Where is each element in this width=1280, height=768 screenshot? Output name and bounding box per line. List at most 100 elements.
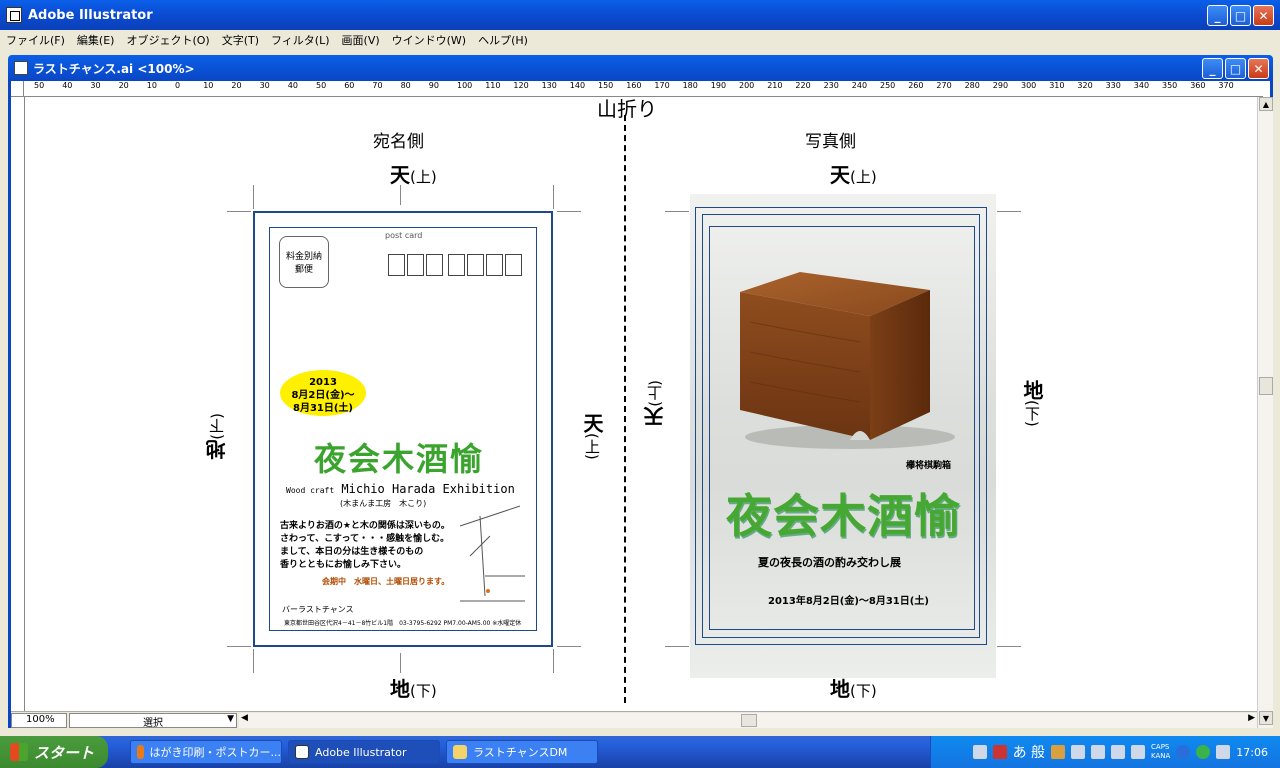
horizontal-scrollbar[interactable]: ◀ ▶ [239, 712, 1257, 728]
ruler-tick: 240 [851, 81, 868, 90]
menu-view[interactable]: 画面(V) [336, 32, 386, 48]
notice-text: 会期中 水曜日、土曜日居ります。 [322, 577, 450, 586]
ruler-tick: 170 [654, 81, 670, 90]
postcard-front[interactable]: 料金別納 郵便 post card 2013 8月2日(金)～ 8月31日(土)… [253, 211, 553, 647]
ime-mode[interactable]: あ 般 [1013, 742, 1045, 762]
ruler-tick: 210 [767, 81, 783, 90]
menu-edit[interactable]: 編集(E) [71, 32, 121, 48]
menu-bar: ファイル(F) 編集(E) オブジェクト(O) 文字(T) フィルタ(L) 画面… [0, 30, 1280, 50]
crop-mark [553, 649, 554, 673]
pen-icon[interactable] [1091, 745, 1106, 759]
zip-box [407, 254, 424, 276]
vertical-scrollbar[interactable]: ▲ ▼ [1257, 97, 1273, 728]
ruler-tick: 30 [259, 81, 270, 90]
side-label-left-top: 天(上) [580, 413, 604, 460]
minimize-button[interactable]: _ [1207, 5, 1228, 26]
ruler-tick: 20 [231, 81, 242, 90]
date-badge: 2013 8月2日(金)～ 8月31日(土) [280, 370, 366, 416]
ruler-tick: 10 [146, 81, 157, 90]
ruler-tick: 110 [485, 81, 501, 90]
ruler-tick: 100 [457, 81, 473, 90]
taskbar-item-illustrator[interactable]: Adobe Illustrator [288, 740, 440, 764]
ruler-tick: 30 [90, 81, 101, 90]
crop-mark [665, 211, 689, 212]
expand-tray-icon[interactable] [1176, 745, 1191, 759]
scroll-down-arrow[interactable]: ▼ [1259, 711, 1273, 725]
ime-icon[interactable] [992, 745, 1007, 759]
top-label-left: 天(上) [390, 163, 437, 187]
hscroll-thumb[interactable] [741, 713, 757, 727]
photo-side-label: 写真側 [805, 132, 856, 152]
doc-close-button[interactable]: ✕ [1248, 58, 1269, 79]
menu-type[interactable]: 文字(T) [216, 32, 265, 48]
body-text: 古来よりお酒の★と木の関係は深いもの。 さわって、こすって・・・感触を愉しむ。 … [280, 521, 450, 570]
ruler-corner[interactable] [11, 81, 24, 97]
crop-mark [553, 185, 554, 209]
menu-filter[interactable]: フィルタ(L) [265, 32, 336, 48]
shop-name: バーラストチャンス [282, 605, 354, 614]
wooden-box-photo [740, 272, 955, 449]
crop-mark [253, 649, 254, 673]
close-button[interactable]: ✕ [1253, 5, 1274, 26]
map-illustration [459, 505, 525, 602]
illustrator-icon [6, 7, 22, 23]
zoom-level[interactable]: 100% [11, 712, 67, 728]
menu-object[interactable]: オブジェクト(O) [120, 32, 215, 48]
doc-minimize-button[interactable]: _ [1202, 58, 1223, 79]
menu-window[interactable]: ウインドウ(W) [386, 32, 472, 48]
artboard-canvas[interactable]: 山折り 宛名側 写真側 天(上) 天(上) 地(下) 地(下) 地(下) 天(上… [25, 97, 1257, 709]
taskbar-item-browser[interactable]: はがき印刷・ポストカー... [130, 740, 282, 764]
keyboard-icon[interactable] [972, 745, 987, 759]
ruler-tick: 230 [823, 81, 839, 90]
crop-mark [227, 211, 251, 212]
front-title: 夜会木酒愉 [314, 440, 485, 478]
ruler-tick: 120 [513, 81, 529, 90]
crop-mark [400, 653, 401, 673]
crop-mark [227, 646, 251, 647]
ruler-tick: 320 [1077, 81, 1093, 90]
crop-mark [253, 185, 254, 209]
tool-icon[interactable] [1071, 745, 1086, 759]
horizontal-ruler[interactable]: 50 40 30 20 10 0 10 20 30 40 50 60 70 80 90 100 110 120 13… [24, 81, 1263, 97]
menu-help[interactable]: ヘルプ(H) [472, 32, 534, 48]
monitor-icon[interactable] [1216, 745, 1231, 759]
bottom-label-left: 地(下) [390, 677, 437, 701]
network-icon[interactable] [1196, 745, 1211, 759]
ruler-tick: 80 [400, 81, 411, 90]
maximize-button[interactable]: □ [1230, 5, 1251, 26]
scroll-up-arrow[interactable]: ▲ [1259, 97, 1273, 111]
ruler-tick: 220 [795, 81, 811, 90]
vertical-ruler[interactable] [11, 97, 25, 712]
start-button[interactable]: スタート [0, 736, 108, 768]
ruler-tick: 180 [682, 81, 698, 90]
dictionary-icon[interactable] [1051, 745, 1066, 759]
doc-maximize-button[interactable]: □ [1225, 58, 1246, 79]
address-side-label: 宛名側 [373, 132, 424, 152]
ruler-tick: 200 [739, 81, 755, 90]
postcard-back[interactable]: 欅将棋駒箱 夜会木酒愉 夏の夜長の酒の酌み交わし展 2013年8月2日(金)～8… [690, 194, 996, 678]
ruler-tick: 0 [175, 81, 181, 90]
status-tool-select[interactable]: 選択 ▼ [69, 712, 237, 729]
ruler-tick: 130 [541, 81, 557, 90]
ruler-tick: 160 [626, 81, 642, 90]
scroll-thumb[interactable] [1259, 377, 1273, 395]
help-icon[interactable] [1131, 745, 1146, 759]
clock[interactable]: 17:06 [1236, 746, 1268, 759]
ruler-tick: 290 [992, 81, 1009, 90]
settings-icon[interactable] [1111, 745, 1126, 759]
scroll-left-arrow[interactable]: ◀ [241, 713, 248, 723]
app-title: Adobe Illustrator [28, 7, 153, 23]
exhibition-line: Wood craft Michio Harada Exhibition [286, 482, 515, 496]
zip-box [486, 254, 503, 276]
back-date: 2013年8月2日(金)～8月31日(土) [768, 596, 929, 607]
ruler-tick: 150 [598, 81, 614, 90]
ruler-tick: 90 [428, 81, 439, 90]
ruler-tick: 310 [1049, 81, 1065, 90]
menu-file[interactable]: ファイル(F) [0, 32, 71, 48]
ruler-tick: 280 [964, 81, 980, 90]
taskbar-item-folder[interactable]: ラストチャンスDM [446, 740, 598, 764]
taskbar: スタート はがき印刷・ポストカー... Adobe Illustrator ラス… [0, 736, 1280, 768]
dropdown-arrow-icon[interactable]: ▼ [227, 714, 234, 724]
firefox-icon [137, 745, 144, 759]
scroll-right-arrow[interactable]: ▶ [1248, 713, 1255, 723]
